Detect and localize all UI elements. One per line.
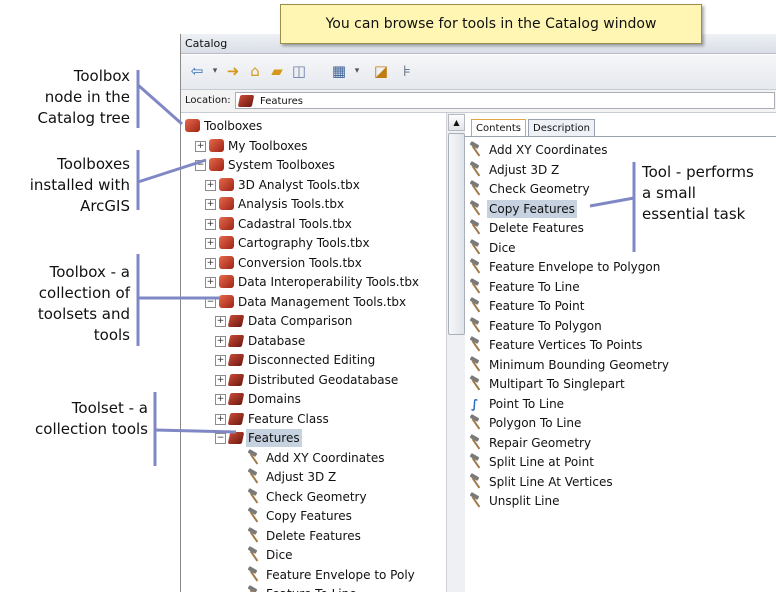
annotation-pointer (154, 428, 237, 434)
annotation-pointer (589, 196, 635, 208)
annotation-pointer (137, 83, 183, 126)
annotation-lines (136, 70, 636, 466)
annotation-pointer (137, 158, 207, 184)
